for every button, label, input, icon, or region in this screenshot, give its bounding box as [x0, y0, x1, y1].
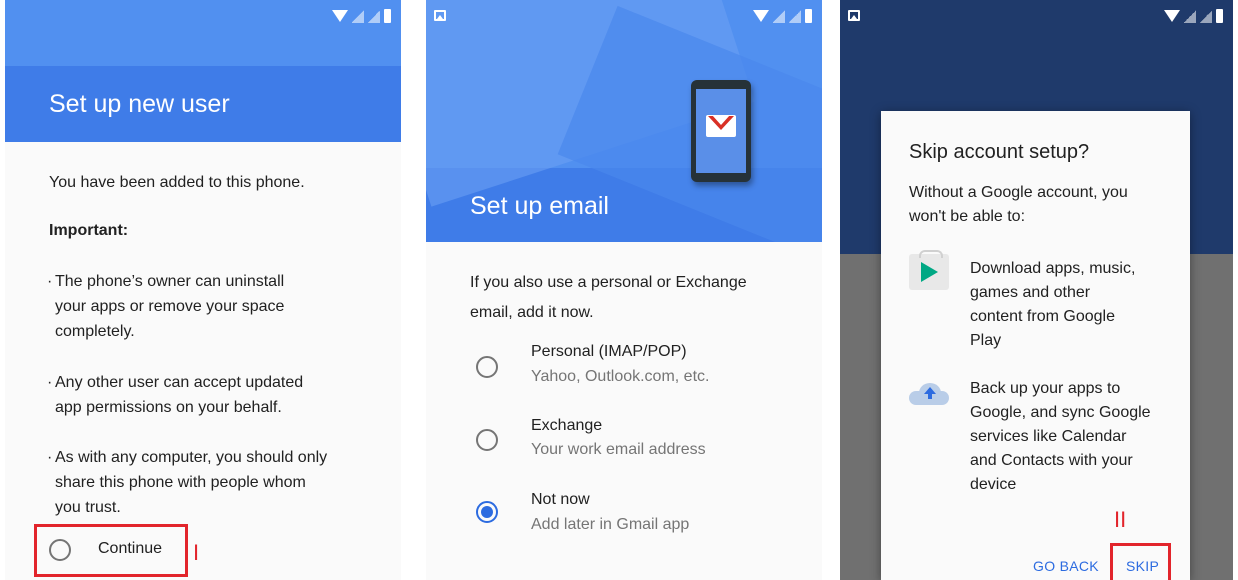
skip-dialog: Skip account setup? Without a Google acc…	[881, 111, 1190, 580]
feature-text-backup: Back up your apps to Google, and sync Go…	[970, 377, 1170, 497]
bullet-dot: ·	[47, 273, 53, 290]
step-marker: I	[193, 540, 200, 565]
feature-line: games and other	[970, 284, 1091, 301]
wifi-icon	[1164, 10, 1180, 22]
bullet-dot: ·	[47, 449, 53, 466]
skip-account-setup-screen: Skip account setup? Without a Google acc…	[840, 0, 1233, 580]
feature-line: and Contacts with your	[970, 452, 1133, 469]
bullet-line: As with any computer, you should only	[55, 449, 328, 466]
hero-banner: Set up email	[426, 0, 822, 242]
gmail-icon	[706, 115, 736, 137]
page-title: Set up new user	[49, 90, 230, 118]
radio-button[interactable]	[476, 429, 498, 451]
feature-line: Download apps, music,	[970, 260, 1136, 277]
option-title: Personal (IMAP/POP)	[531, 343, 687, 360]
battery-icon	[1216, 9, 1223, 23]
radio-button-selected[interactable]	[476, 501, 498, 523]
feature-line: Google, and sync Google	[970, 404, 1151, 421]
option-subtitle: Yahoo, Outlook.com, etc.	[531, 368, 710, 385]
image-notification-icon	[434, 10, 446, 21]
option-title: Not now	[531, 491, 590, 508]
status-bar	[5, 0, 401, 30]
bullet-line: share this phone with people whom	[55, 474, 306, 491]
header: Set up new user	[5, 66, 401, 142]
go-back-button[interactable]: GO BACK	[1033, 558, 1099, 574]
signal-icon	[352, 9, 364, 23]
cloud-upload-icon	[909, 383, 949, 405]
option-title: Exchange	[531, 417, 603, 434]
image-notification-icon	[848, 10, 860, 21]
step-marker: II	[1114, 507, 1127, 532]
option-subtitle: Add later in Gmail app	[531, 516, 690, 533]
phone-illustration	[691, 80, 751, 182]
wifi-icon	[753, 10, 769, 22]
feature-line: Play	[970, 332, 1002, 349]
signal-icon	[789, 9, 801, 23]
signal-icon	[773, 9, 785, 23]
continue-radio[interactable]	[49, 539, 71, 561]
desc-line: won't be able to:	[909, 208, 1026, 225]
bullet-line: The phone’s owner can uninstall	[55, 273, 285, 290]
signal-icon	[1184, 9, 1196, 23]
continue-option[interactable]: Continue	[37, 527, 185, 574]
bullet-dot: ·	[47, 374, 53, 391]
bullet-line: your apps or remove your space	[55, 298, 285, 315]
prompt-line: email, add it now.	[470, 304, 594, 321]
setup-email-screen: Set up email If you also use a personal …	[426, 0, 822, 580]
continue-label: Continue	[98, 540, 163, 557]
bullet-item: · The phone’s owner can uninstall your a…	[47, 269, 367, 344]
bullet-line: completely.	[55, 323, 135, 340]
signal-icon	[368, 9, 380, 23]
page-title: Set up email	[470, 192, 609, 220]
feature-line: content from Google	[970, 308, 1115, 325]
dialog-title: Skip account setup?	[909, 141, 1090, 163]
important-label: Important:	[49, 222, 129, 239]
bullet-line: Any other user can accept updated	[55, 374, 304, 391]
feature-line: services like Calendar	[970, 428, 1127, 445]
bullet-item: · As with any computer, you should only …	[47, 445, 367, 520]
option-subtitle: Your work email address	[531, 441, 706, 458]
signal-icon	[1200, 9, 1212, 23]
status-bar	[840, 0, 1233, 30]
bullet-item: · Any other user can accept updated app …	[47, 370, 367, 420]
setup-new-user-screen: Set up new user You have been added to t…	[5, 0, 401, 580]
status-bar	[426, 0, 822, 30]
feature-line: Back up your apps to	[970, 380, 1121, 397]
prompt-line: If you also use a personal or Exchange	[470, 274, 747, 291]
bullet-line: you trust.	[55, 499, 121, 516]
bullet-line: app permissions on your behalf.	[55, 399, 282, 416]
email-prompt: If you also use a personal or Exchange e…	[470, 268, 747, 328]
wifi-icon	[332, 10, 348, 22]
feature-text-play: Download apps, music, games and other co…	[970, 257, 1170, 353]
battery-icon	[384, 9, 391, 23]
play-store-icon	[909, 250, 949, 290]
feature-line: device	[970, 476, 1017, 493]
skip-button[interactable]: SKIP	[1126, 558, 1159, 574]
radio-button[interactable]	[476, 356, 498, 378]
intro-text: You have been added to this phone.	[49, 174, 305, 191]
dialog-description: Without a Google account, you won't be a…	[909, 181, 1179, 229]
desc-line: Without a Google account, you	[909, 184, 1128, 201]
battery-icon	[805, 9, 812, 23]
